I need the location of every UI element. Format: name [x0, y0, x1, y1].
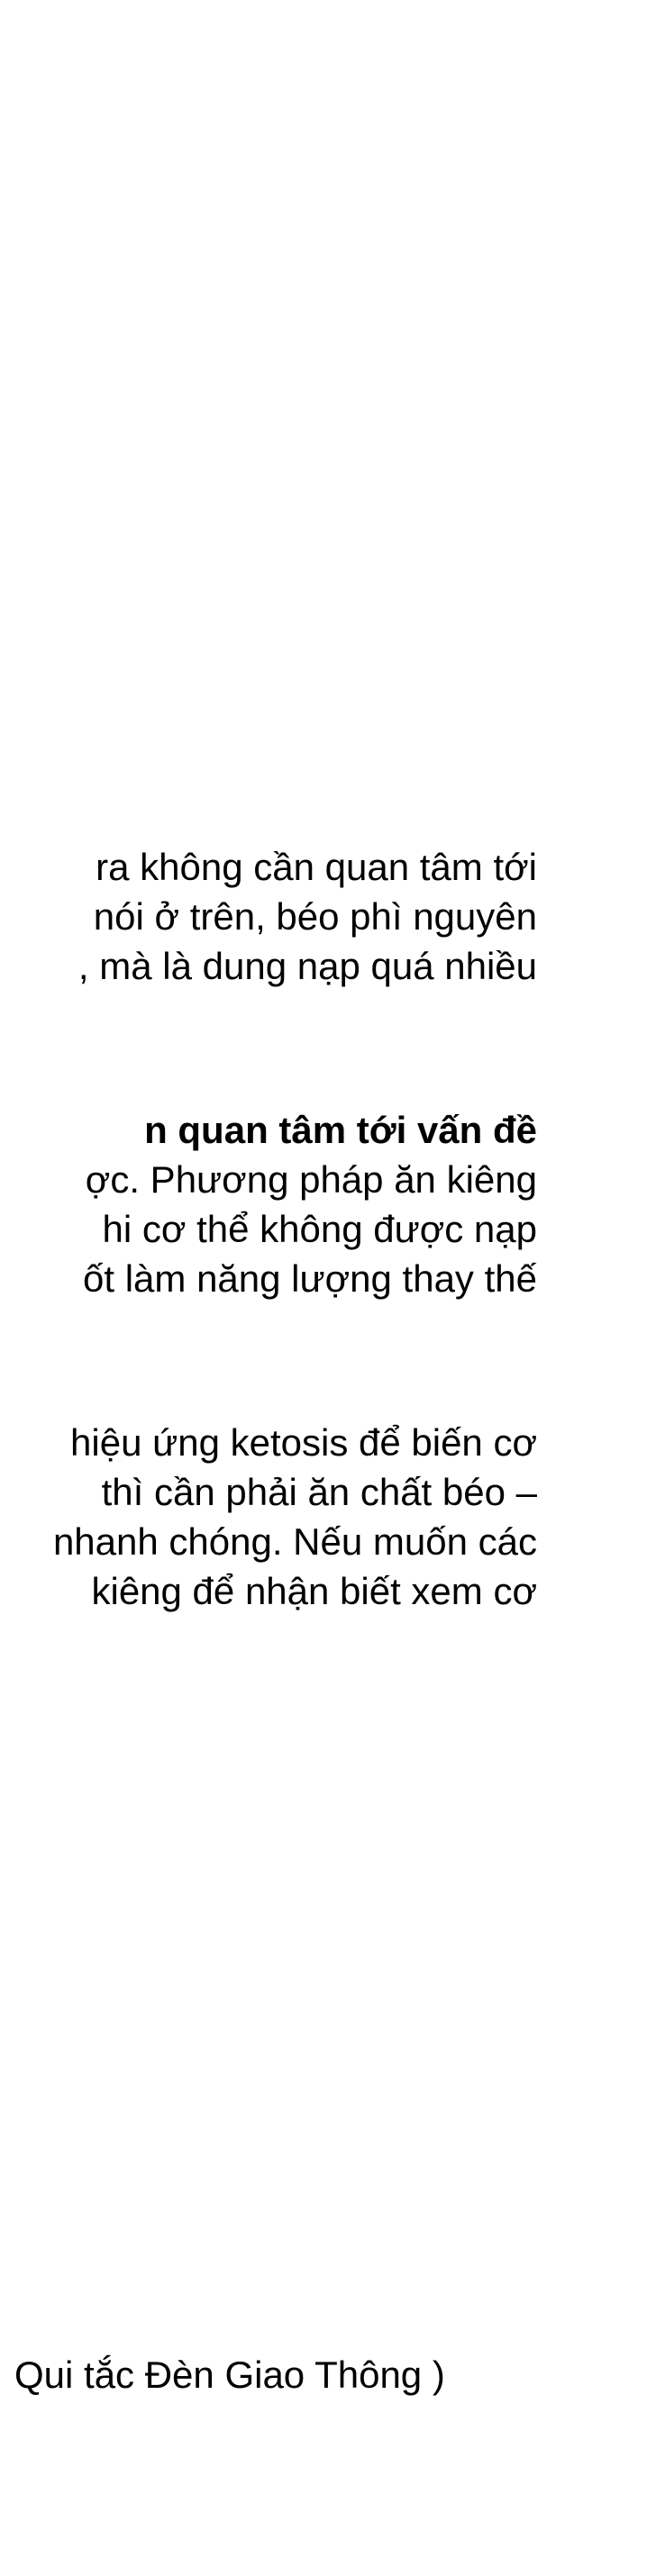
text-line: hiệu ứng ketosis để biến cơ	[70, 1421, 537, 1464]
text-line: ốt làm năng lượng thay thế	[83, 1257, 537, 1300]
text-line: , mà là dung nạp quá nhiều	[77, 945, 537, 987]
text-line: nhanh chóng. Nếu muốn các	[52, 1520, 537, 1563]
text-line: kiêng để nhận biết xem cơ	[91, 1570, 537, 1612]
text-line: thì cần phải ăn chất béo –	[101, 1471, 537, 1513]
text-line: ra không cần quan tâm tới	[96, 846, 537, 888]
text-line: ợc. Phương pháp ăn kiêng	[85, 1158, 537, 1201]
text-line-bold: n quan tâm tới vấn đề	[144, 1109, 537, 1151]
footer-text: Qui tắc Đèn Giao Thông )	[14, 2354, 445, 2396]
text-line: nói ở trên, béo phì nguyên	[93, 895, 537, 938]
text-line: hi cơ thể không được nạp	[102, 1208, 538, 1250]
